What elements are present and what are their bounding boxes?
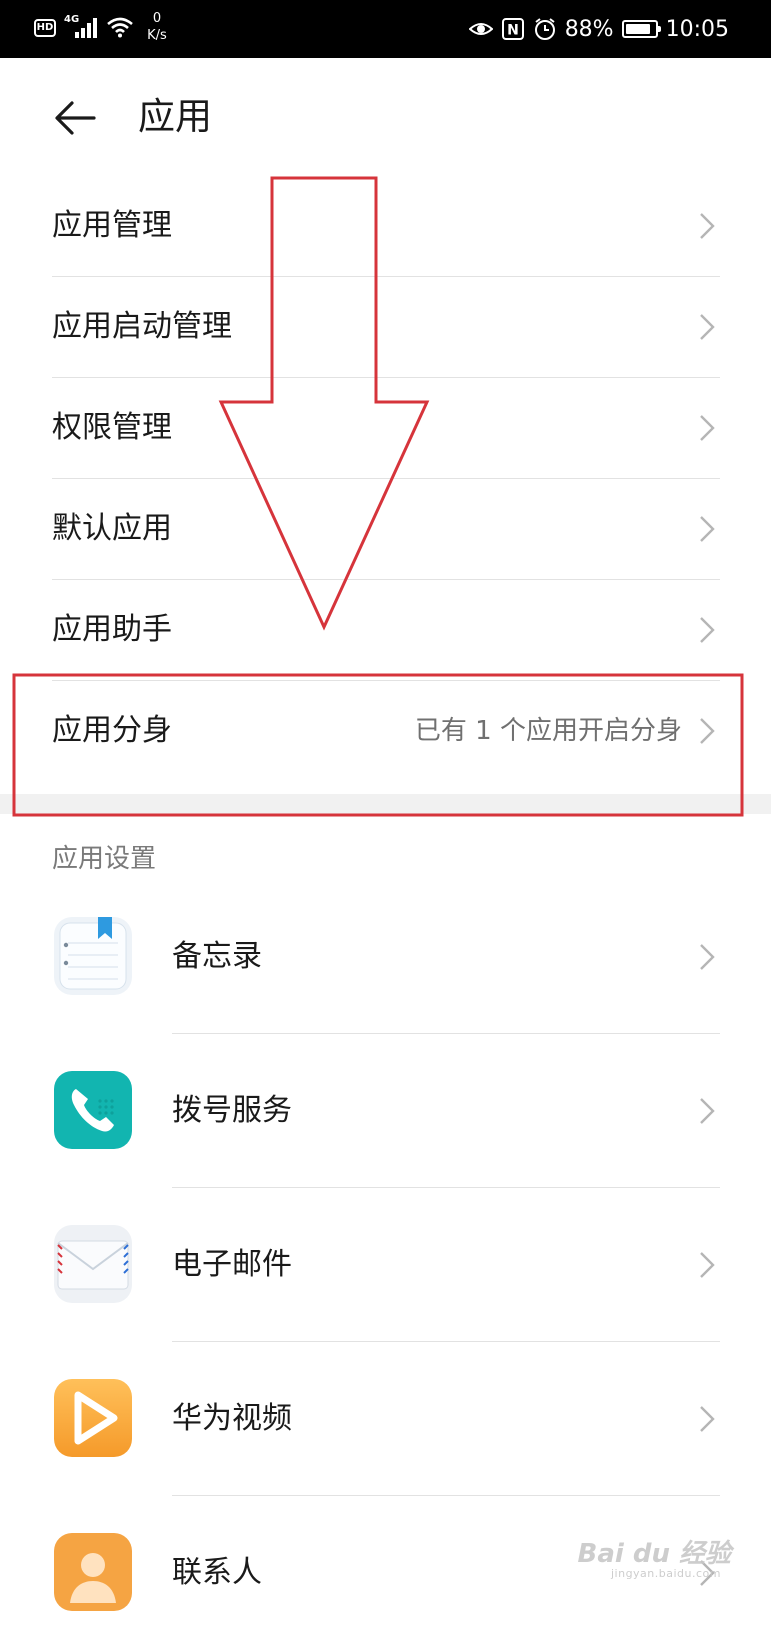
battery-icon (621, 20, 661, 38)
status-bar: HD 4G 0 K/s N 88% 10:05 (0, 0, 771, 58)
play-icon (54, 1379, 132, 1457)
app-item-label: 华为视频 (172, 1401, 292, 1436)
net-speed-unit: K/s (147, 28, 167, 43)
app-item-label: 备忘录 (172, 939, 262, 974)
app-item-dialer[interactable]: 拨号服务 (52, 1034, 720, 1188)
menu-item-app-twin[interactable]: 应用分身 已有 1 个应用开启分身 (52, 680, 720, 782)
page-title: 应用 (138, 95, 212, 138)
app-item-label: 联系人 (172, 1555, 262, 1590)
menu-item-label: 应用管理 (52, 208, 172, 243)
chevron-right-icon (700, 617, 715, 643)
watermark-url: jingyan.baidu.com (610, 1567, 721, 1580)
battery-fill (625, 24, 651, 34)
app-item-notes[interactable]: 备忘录 (52, 880, 720, 1034)
chevron-right-icon (700, 1252, 715, 1278)
chevron-right-icon (700, 415, 715, 441)
phone-icon (54, 1071, 132, 1149)
app-item-huawei-video[interactable]: 华为视频 (52, 1342, 720, 1496)
menu-item-default-apps[interactable]: 默认应用 (52, 478, 720, 580)
watermark: Bai du 经验 jingyan.baidu.com (577, 1533, 732, 1580)
menu-item-app-management[interactable]: 应用管理 (52, 175, 720, 277)
watermark-main: Bai du 经验 (577, 1539, 732, 1569)
menu-item-label: 权限管理 (52, 410, 172, 445)
nfc-icon: N (501, 18, 524, 40)
alarm-icon (534, 18, 555, 40)
signal-icon (75, 18, 97, 38)
menu-item-app-assistant[interactable]: 应用助手 (52, 579, 720, 681)
net-speed: 0 K/s (143, 10, 171, 44)
menu-item-app-launch[interactable]: 应用启动管理 (52, 276, 720, 378)
wifi-icon (107, 17, 133, 38)
back-arrow-icon[interactable] (52, 95, 98, 141)
nfc-letter: N (507, 23, 519, 39)
clock: 10:05 (665, 16, 729, 42)
status-right: N 88% 10:05 (468, 0, 729, 58)
chevron-right-icon (700, 1406, 715, 1432)
chevron-right-icon (700, 944, 715, 970)
section-header: 应用设置 (52, 844, 157, 874)
app-item-label: 电子邮件 (172, 1247, 292, 1282)
menu-item-label: 默认应用 (52, 511, 172, 546)
menu-item-status: 已有 1 个应用开启分身 (414, 716, 682, 746)
chevron-right-icon (700, 213, 715, 239)
chevron-right-icon (700, 1098, 715, 1124)
contact-icon (54, 1533, 132, 1611)
mail-icon (54, 1225, 132, 1303)
menu-item-label: 应用启动管理 (52, 309, 232, 344)
chevron-right-icon (700, 516, 715, 542)
chevron-right-icon (700, 314, 715, 340)
menu-item-label: 应用助手 (52, 612, 172, 647)
app-item-label: 拨号服务 (172, 1093, 292, 1128)
menu-item-label: 应用分身 (52, 713, 172, 748)
app-item-email[interactable]: 电子邮件 (52, 1188, 720, 1342)
eye-comfort-icon (468, 23, 493, 35)
net-speed-value: 0 (152, 11, 162, 26)
section-separator (0, 794, 771, 814)
menu-item-permissions[interactable]: 权限管理 (52, 377, 720, 479)
hd-icon: HD (34, 19, 56, 37)
battery-percent: 88% (564, 16, 614, 42)
chevron-right-icon (700, 718, 715, 744)
notepad-icon (54, 917, 132, 995)
